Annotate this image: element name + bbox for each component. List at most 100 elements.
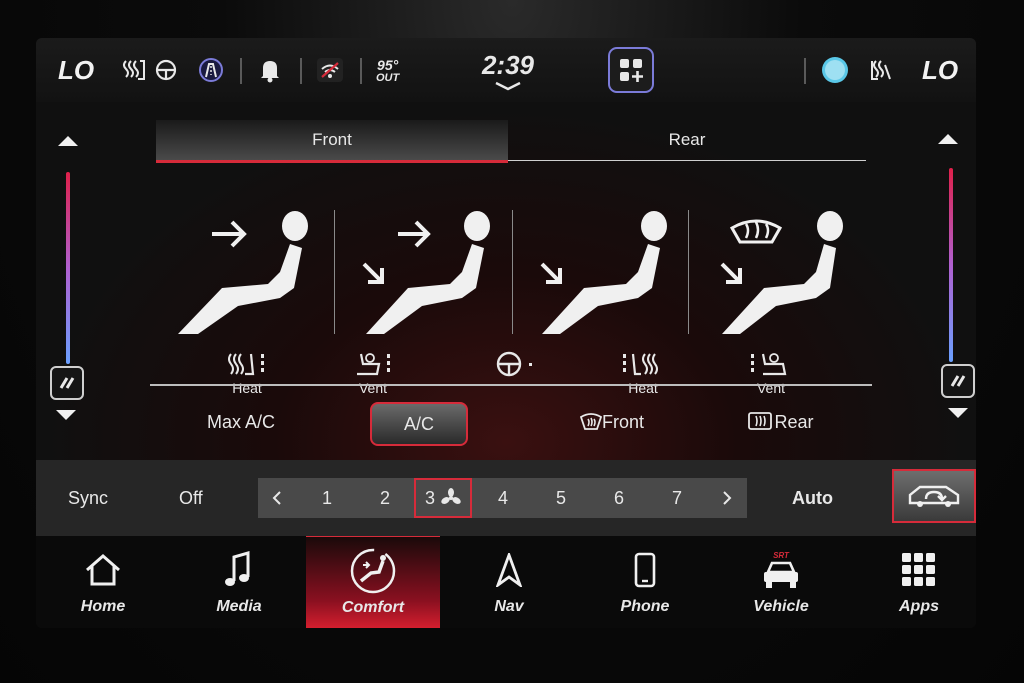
left-temp-down-button[interactable] — [56, 410, 92, 420]
nav-phone[interactable]: Phone — [578, 536, 712, 628]
grid-plus-icon — [620, 59, 643, 82]
tab-front[interactable]: Front — [156, 120, 508, 163]
chevron-right-icon — [723, 491, 732, 505]
right-temp-up-button[interactable] — [938, 134, 974, 144]
nav-apps[interactable]: Apps — [852, 536, 976, 628]
clock: 2:39 — [481, 49, 535, 80]
recirculation-button[interactable] — [892, 469, 976, 523]
fan-speed-1[interactable]: 1 — [300, 478, 354, 518]
nav-comfort-label: Comfort — [341, 599, 405, 616]
status-divider — [360, 58, 362, 84]
airflow-mode-floor[interactable] — [530, 208, 700, 358]
fan-speed-increase-button[interactable] — [714, 478, 740, 518]
fan-off-button[interactable]: Off — [179, 460, 203, 536]
status-divider — [300, 58, 302, 84]
right-temp-down-button[interactable] — [948, 408, 976, 418]
seat-control-label: Heat — [628, 380, 658, 396]
notification-bell-icon[interactable] — [258, 38, 282, 102]
music-note-icon — [225, 551, 250, 586]
max-ac-button[interactable]: Max A/C — [186, 402, 296, 442]
nav-media[interactable]: Media — [172, 536, 306, 628]
passenger-seat-vent-button[interactable]: Vent — [736, 348, 806, 396]
front-defrost-icon — [579, 413, 602, 430]
seat-heat-icon — [623, 353, 658, 376]
left-temp-slider[interactable] — [66, 172, 70, 364]
status-divider — [240, 58, 242, 84]
srt-badge: SRT — [773, 550, 789, 560]
wifi-hotspot-icon[interactable] — [316, 38, 344, 102]
fan-speed-5[interactable]: 5 — [534, 478, 588, 518]
chevron-down-icon — [495, 81, 521, 90]
nav-nav-label: Nav — [494, 598, 524, 615]
temp-slash-icon — [950, 375, 966, 387]
fan-speed-7[interactable]: 7 — [650, 478, 704, 518]
nav-nav[interactable]: Nav — [442, 536, 576, 628]
comfort-icon — [350, 548, 396, 594]
status-bar: LO 95° OUT 2:39 LO — [36, 38, 976, 102]
mode-divider — [334, 210, 335, 334]
left-temp-up-button[interactable] — [58, 136, 94, 146]
airflow-defrost-floor-icon — [720, 211, 843, 334]
nav-comfort[interactable]: Comfort — [306, 536, 440, 628]
phone-icon — [634, 552, 656, 588]
passenger-seat-heat-button[interactable]: Heat — [608, 348, 678, 396]
front-defrost-button[interactable]: Front — [552, 402, 672, 442]
driver-seat-vent-button[interactable]: Vent — [338, 348, 408, 396]
left-temp-sync-button[interactable] — [50, 366, 84, 400]
nav-apps-label: Apps — [899, 598, 939, 615]
right-temp-slider[interactable] — [949, 168, 953, 362]
right-temp-readout[interactable]: LO — [922, 38, 958, 102]
infotainment-screen: LO 95° OUT 2:39 LO Front Rear Heat Vent … — [36, 38, 976, 628]
steering-wheel-heat-status-icon — [154, 38, 178, 102]
widget-add-button[interactable] — [608, 47, 654, 93]
airflow-mode-panel-floor[interactable] — [352, 208, 522, 358]
fan-speed-3-active[interactable]: 3 — [414, 478, 472, 518]
airflow-mode-defrost-floor[interactable] — [712, 208, 882, 358]
seat-vent-icon — [357, 353, 390, 376]
mode-divider — [688, 210, 689, 334]
apps-grid-icon — [902, 553, 935, 586]
right-temp-sync-button[interactable] — [941, 364, 975, 398]
fan-speed-6[interactable]: 6 — [592, 478, 646, 518]
outside-temp: 95° OUT — [376, 38, 399, 102]
nav-media-label: Media — [216, 598, 262, 615]
auto-button[interactable]: Auto — [792, 460, 833, 536]
clock-dropdown[interactable]: 2:39 — [472, 38, 544, 102]
seat-control-label: Heat — [232, 380, 262, 396]
arrow-down-icon — [948, 408, 968, 418]
tab-rear[interactable]: Rear — [508, 120, 866, 161]
passenger-seat-heat-status-icon — [868, 38, 894, 102]
nav-vehicle[interactable]: SRT Vehicle — [714, 536, 848, 628]
airflow-panel-floor-icon — [362, 211, 490, 334]
fan-speed-2[interactable]: 2 — [358, 478, 412, 518]
temp-slash-icon — [59, 377, 75, 389]
nav-vehicle-label: Vehicle — [753, 598, 809, 615]
arrow-up-icon — [938, 134, 958, 144]
nav-home[interactable]: Home — [36, 536, 170, 628]
rear-defrost-label: Rear — [774, 411, 814, 432]
home-icon — [86, 554, 120, 586]
fan-control-bar: Sync Off 1 2 3 4 5 6 7 Auto — [36, 460, 976, 536]
steering-wheel-heat-button[interactable] — [482, 348, 552, 380]
fan-speed-4[interactable]: 4 — [476, 478, 530, 518]
left-temp-readout[interactable]: LO — [58, 38, 94, 102]
mode-divider — [512, 210, 513, 334]
bottom-nav: Home Media Comfort Nav Phone SRT Vehicle — [36, 536, 976, 628]
vehicle-icon — [764, 561, 798, 588]
rear-defrost-button[interactable]: Rear — [736, 402, 826, 442]
seat-heat-icon — [228, 353, 264, 376]
fan-speed-decrease-button[interactable] — [264, 478, 290, 518]
front-defrost-label: Front — [601, 411, 644, 432]
outside-temp-label: OUT — [376, 71, 400, 84]
seat-heat-status-icon — [122, 38, 148, 102]
sync-button[interactable]: Sync — [68, 460, 108, 536]
airflow-mode-panel[interactable] — [168, 208, 338, 358]
nav-home-label: Home — [80, 598, 126, 615]
voice-assistant-icon[interactable] — [820, 38, 850, 102]
driver-seat-heat-button[interactable]: Heat — [212, 348, 282, 396]
ac-button[interactable]: A/C — [370, 402, 468, 446]
seat-vent-icon — [751, 353, 787, 376]
panel-divider — [150, 384, 872, 386]
driver-assist-icon — [198, 38, 224, 102]
outside-temp-value: 95° — [377, 56, 399, 73]
